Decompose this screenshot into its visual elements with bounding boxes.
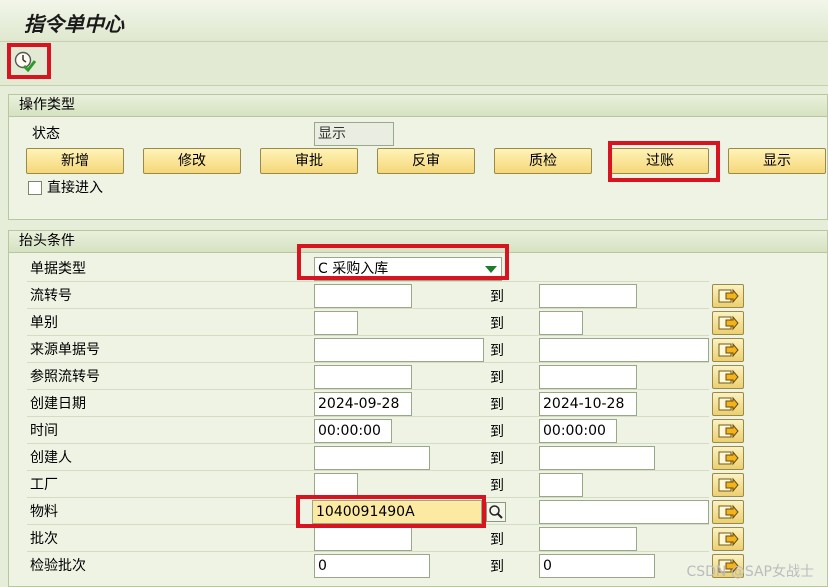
multiple-selection-arrow-icon [713,288,743,311]
range-to-label: 到 [490,451,504,467]
range-from-input[interactable]: 2024-09-28 [314,392,412,416]
range-to-input[interactable]: 00:00:00 [539,419,617,443]
multiple-selection-arrow-icon [713,423,743,446]
field-label: 物料 [30,504,58,520]
multiple-selection-arrow-icon [713,315,743,338]
row-divider [27,443,709,444]
field-label: 创建日期 [30,396,86,412]
field-label: 单别 [30,315,58,331]
range-to-input[interactable] [539,446,655,470]
field-label: 来源单据号 [30,342,100,358]
multiple-selection-button[interactable] [712,365,744,389]
row-divider [27,389,709,390]
multiple-selection-button[interactable] [712,392,744,416]
direct-entry-label: 直接进入 [47,180,103,196]
row-divider [27,416,709,417]
status-value-field: 显示 [314,122,394,146]
range-to-input[interactable] [539,338,709,362]
range-to-label: 到 [490,370,504,386]
direct-entry-checkbox[interactable] [28,181,42,195]
multiple-selection-arrow-icon [713,342,743,365]
range-to-label: 到 [490,559,504,575]
row-divider [27,335,709,336]
multiple-selection-button[interactable] [712,527,744,551]
watermark: CSDN @SAP女战士 [686,564,814,580]
row-divider [27,497,709,498]
search-help-icon[interactable] [486,502,506,522]
range-from-input[interactable] [314,446,430,470]
dropdown-arrow-icon[interactable] [485,266,497,273]
range-from-input[interactable]: 0 [314,554,430,578]
post-button[interactable]: 过账 [611,148,709,174]
multiple-selection-button[interactable] [712,284,744,308]
range-to-input[interactable]: 2024-10-28 [539,392,637,416]
title-bar [0,0,828,42]
approve-button[interactable]: 审批 [260,148,358,174]
row-divider [27,470,709,471]
range-to-label: 到 [490,397,504,413]
field-label: 工厂 [30,477,58,493]
field-label: 时间 [30,423,58,439]
range-to-input[interactable] [539,500,709,524]
quality-inspect-button[interactable]: 质检 [494,148,592,174]
range-from-input[interactable] [314,284,412,308]
range-to-label: 到 [490,289,504,305]
row-divider [27,551,709,552]
multiple-selection-arrow-icon [713,396,743,419]
range-to-input[interactable] [539,473,583,497]
multiple-selection-arrow-icon [713,504,743,527]
multiple-selection-arrow-icon [713,369,743,392]
field-label: 创建人 [30,450,72,466]
multiple-selection-button[interactable] [712,419,744,443]
new-button[interactable]: 新增 [26,148,124,174]
header-conditions-header: 抬头条件 [9,231,827,253]
field-label: 检验批次 [30,558,86,574]
range-to-label: 到 [490,424,504,440]
multiple-selection-button[interactable] [712,338,744,362]
range-to-input[interactable] [539,365,637,389]
range-to-label: 到 [490,478,504,494]
multiple-selection-button[interactable] [712,446,744,470]
modify-button[interactable]: 修改 [143,148,241,174]
reverse-approve-button[interactable]: 反审 [377,148,475,174]
range-to-label: 到 [490,316,504,332]
multiple-selection-button[interactable] [712,473,744,497]
toolbar [0,42,828,86]
range-to-input[interactable]: 0 [539,554,655,578]
range-to-input[interactable] [539,311,583,335]
range-from-input[interactable] [314,311,358,335]
field-label: 参照流转号 [30,369,100,385]
doc-type-value: C 采购入库 [318,261,389,277]
row-divider [27,281,709,282]
multiple-selection-button[interactable] [712,500,744,524]
range-from-input[interactable] [314,527,412,551]
field-label: 批次 [30,531,58,547]
range-to-label: 到 [490,532,504,548]
row-divider [27,308,709,309]
range-from-input[interactable]: 1040091490A [312,500,482,524]
row-divider [27,362,709,363]
multiple-selection-arrow-icon [713,477,743,500]
range-to-input[interactable] [539,527,637,551]
range-from-input[interactable]: 00:00:00 [314,419,392,443]
display-button[interactable]: 显示 [728,148,826,174]
doc-type-select[interactable]: C 采购入库 [314,257,502,281]
doc-type-label: 单据类型 [30,261,86,277]
multiple-selection-arrow-icon [713,450,743,473]
row-divider [27,524,709,525]
range-from-input[interactable] [314,473,358,497]
range-from-input[interactable] [314,365,412,389]
page-title: 指令单中心 [24,12,124,36]
range-from-input[interactable] [314,338,484,362]
multiple-selection-arrow-icon [713,531,743,554]
range-to-label: 到 [490,343,504,359]
operation-type-header: 操作类型 [9,95,827,117]
multiple-selection-button[interactable] [712,311,744,335]
status-label: 状态 [32,126,60,142]
range-to-input[interactable] [539,284,637,308]
field-label: 流转号 [30,288,72,304]
header-conditions-group: 抬头条件 [8,230,828,587]
execute-check-icon[interactable] [13,50,37,74]
